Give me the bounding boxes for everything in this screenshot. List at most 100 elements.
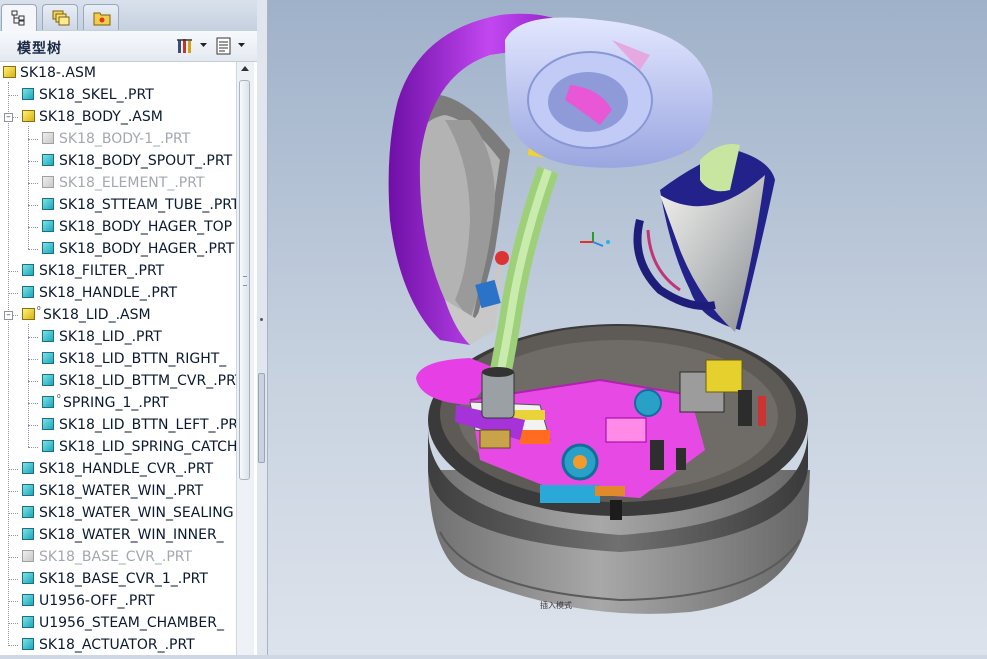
board-connector-strip (540, 485, 600, 503)
tree-connector (28, 447, 38, 448)
tree-item[interactable]: – SK18_BODY_.ASM (0, 106, 236, 128)
part-icon (22, 528, 34, 540)
part-icon (22, 550, 34, 562)
settings-icon[interactable] (176, 37, 198, 55)
scroll-up-arrow-icon[interactable] (241, 66, 249, 71)
tree-item[interactable]: SK18_BASE_CVR_1_.PRT (0, 568, 236, 590)
tree-item-label: SK18_ELEMENT_.PRT (59, 175, 205, 191)
part-icon (42, 242, 54, 254)
tree-item-label: U1956_STEAM_CHAMBER_ (39, 615, 224, 631)
tree-item[interactable]: SK18_HANDLE_CVR_.PRT (0, 458, 236, 480)
tree-item[interactable]: SK18_HANDLE_.PRT (0, 282, 236, 304)
tree-item[interactable]: SK18_LID_BTTN_RIGHT_ (0, 348, 236, 370)
part-icon (42, 418, 54, 430)
tree-connector (8, 95, 18, 96)
tree-connector (8, 601, 18, 602)
model-tree-tab-icon (11, 10, 25, 26)
tree-item[interactable]: SK18_BODY-1_.PRT (0, 128, 236, 150)
tree-item[interactable]: ⁰ SPRING_1_.PRT (0, 392, 236, 414)
tube-fitting (481, 369, 515, 419)
board-connector (634, 389, 662, 417)
model-tree-tab[interactable] (1, 4, 37, 32)
tree-item-label: SK18_HANDLE_CVR_.PRT (39, 461, 214, 477)
layers-tab-icon (52, 10, 70, 26)
tree-connector (8, 645, 18, 646)
board-chip (605, 417, 647, 443)
tree-connector (28, 205, 38, 206)
tree-connector (28, 425, 38, 426)
layers-tab[interactable] (42, 4, 78, 30)
graphics-window[interactable]: 插入模式 (268, 0, 987, 655)
tree-item-label: SK18_LID_BTTM_CVR_.PRT (59, 373, 236, 389)
tree-item-label: SK18_LID_.PRT (59, 329, 162, 345)
tree-item[interactable]: SK18_FILTER_.PRT (0, 260, 236, 282)
tree-item-label: SK18_BODY_HAGER_.PRT (59, 241, 235, 257)
tree-connector (28, 381, 38, 382)
tree-connector (8, 469, 18, 470)
tree-scrollbar[interactable] (236, 62, 254, 655)
tree-item[interactable]: SK18_WATER_WIN_INNER_ (0, 524, 236, 546)
tree-title: 模型树 (17, 41, 62, 57)
tree-item[interactable]: SK18_BODY_HAGER_.PRT (0, 238, 236, 260)
scroll-thumb[interactable] (239, 80, 250, 480)
tree-item-label: SK18_BODY_.ASM (39, 109, 163, 125)
tree-connector (28, 227, 38, 228)
tree-item-label: SK18_LID_BTTN_RIGHT_ (59, 351, 227, 367)
part-icon (42, 330, 54, 342)
grip-icon (243, 276, 247, 286)
collapse-toggle-icon[interactable]: – (4, 311, 13, 320)
splitter-handle[interactable] (258, 373, 265, 463)
actuator-spring (705, 359, 743, 393)
tree-connector (8, 513, 18, 514)
part-icon (22, 462, 34, 474)
favorites-tab[interactable] (83, 4, 119, 30)
tree-item[interactable]: SK18_BODY_SPOUT_.PRT (0, 150, 236, 172)
tree-connector (28, 337, 38, 338)
tree-item-label: SK18_BODY_SPOUT_.PRT (59, 153, 233, 169)
tree-item[interactable]: SK18_LID_BTTN_LEFT_.PRT (0, 414, 236, 436)
part-icon (42, 374, 54, 386)
collapse-toggle-icon[interactable]: – (4, 113, 13, 122)
tree-connector (8, 491, 18, 492)
panel-splitter[interactable] (257, 0, 268, 655)
part-icon (42, 440, 54, 452)
tree-item[interactable]: SK18_BASE_CVR_.PRT (0, 546, 236, 568)
tree-item[interactable]: SK18_WATER_WIN_SEALING (0, 502, 236, 524)
tree-item-label: SK18_BODY_HAGER_TOP (59, 219, 233, 235)
tree-item[interactable]: U1956_STEAM_CHAMBER_ (0, 612, 236, 634)
dropdown-icon[interactable] (238, 43, 246, 61)
part-icon (42, 396, 54, 408)
tree-item[interactable]: U1956-OFF_.PRT (0, 590, 236, 612)
tree-item[interactable]: SK18_SKEL_.PRT (0, 84, 236, 106)
dropdown-icon[interactable] (200, 43, 208, 61)
tree-connector (8, 623, 18, 624)
tree-item[interactable]: SK18_ELEMENT_.PRT (0, 172, 236, 194)
flexible-icon: ⁰ (37, 306, 41, 316)
tree-item-label: SK18_SKEL_.PRT (39, 87, 154, 103)
tree-connector (28, 183, 38, 184)
tree-item[interactable]: SK18_LID_.PRT (0, 326, 236, 348)
part-icon (22, 88, 34, 100)
tree-item-label: SK18_WATER_WIN_.PRT (39, 483, 204, 499)
tree-item-label: U1956-OFF_.PRT (39, 593, 155, 609)
show-icon[interactable] (215, 37, 233, 55)
part-icon (22, 264, 34, 276)
tree-item[interactable]: – ⁰ SK18_LID_.ASM (0, 304, 236, 326)
tree-item[interactable]: SK18_STTEAM_TUBE_.PRT (0, 194, 236, 216)
kettle-assembly-model[interactable] (268, 0, 987, 655)
part-icon (42, 220, 54, 232)
tree-item[interactable]: SK18_ACTUATOR_.PRT (0, 634, 236, 655)
tree-item-label: SK18_WATER_WIN_SEALING (39, 505, 234, 521)
tree-item[interactable]: SK18_LID_BTTM_CVR_.PRT (0, 370, 236, 392)
model-tree: SK18-.ASM SK18_SKEL_.PRT – SK18_BODY_.ASM SK… (0, 62, 236, 655)
tree-item-label: SK18-.ASM (20, 65, 96, 81)
part-icon (42, 352, 54, 364)
tree-item-label: SK18_LID_BTTN_LEFT_.PRT (59, 417, 236, 433)
tree-item[interactable]: SK18-.ASM (0, 62, 236, 84)
tree-item-label: SK18_WATER_WIN_INNER_ (39, 527, 224, 543)
tree-item[interactable]: SK18_LID_SPRING_CATCH (0, 436, 236, 458)
favorites-tab-icon (93, 12, 111, 26)
tree-item[interactable]: SK18_BODY_HAGER_TOP (0, 216, 236, 238)
tree-item[interactable]: SK18_WATER_WIN_.PRT (0, 480, 236, 502)
tree-connector (8, 271, 18, 272)
